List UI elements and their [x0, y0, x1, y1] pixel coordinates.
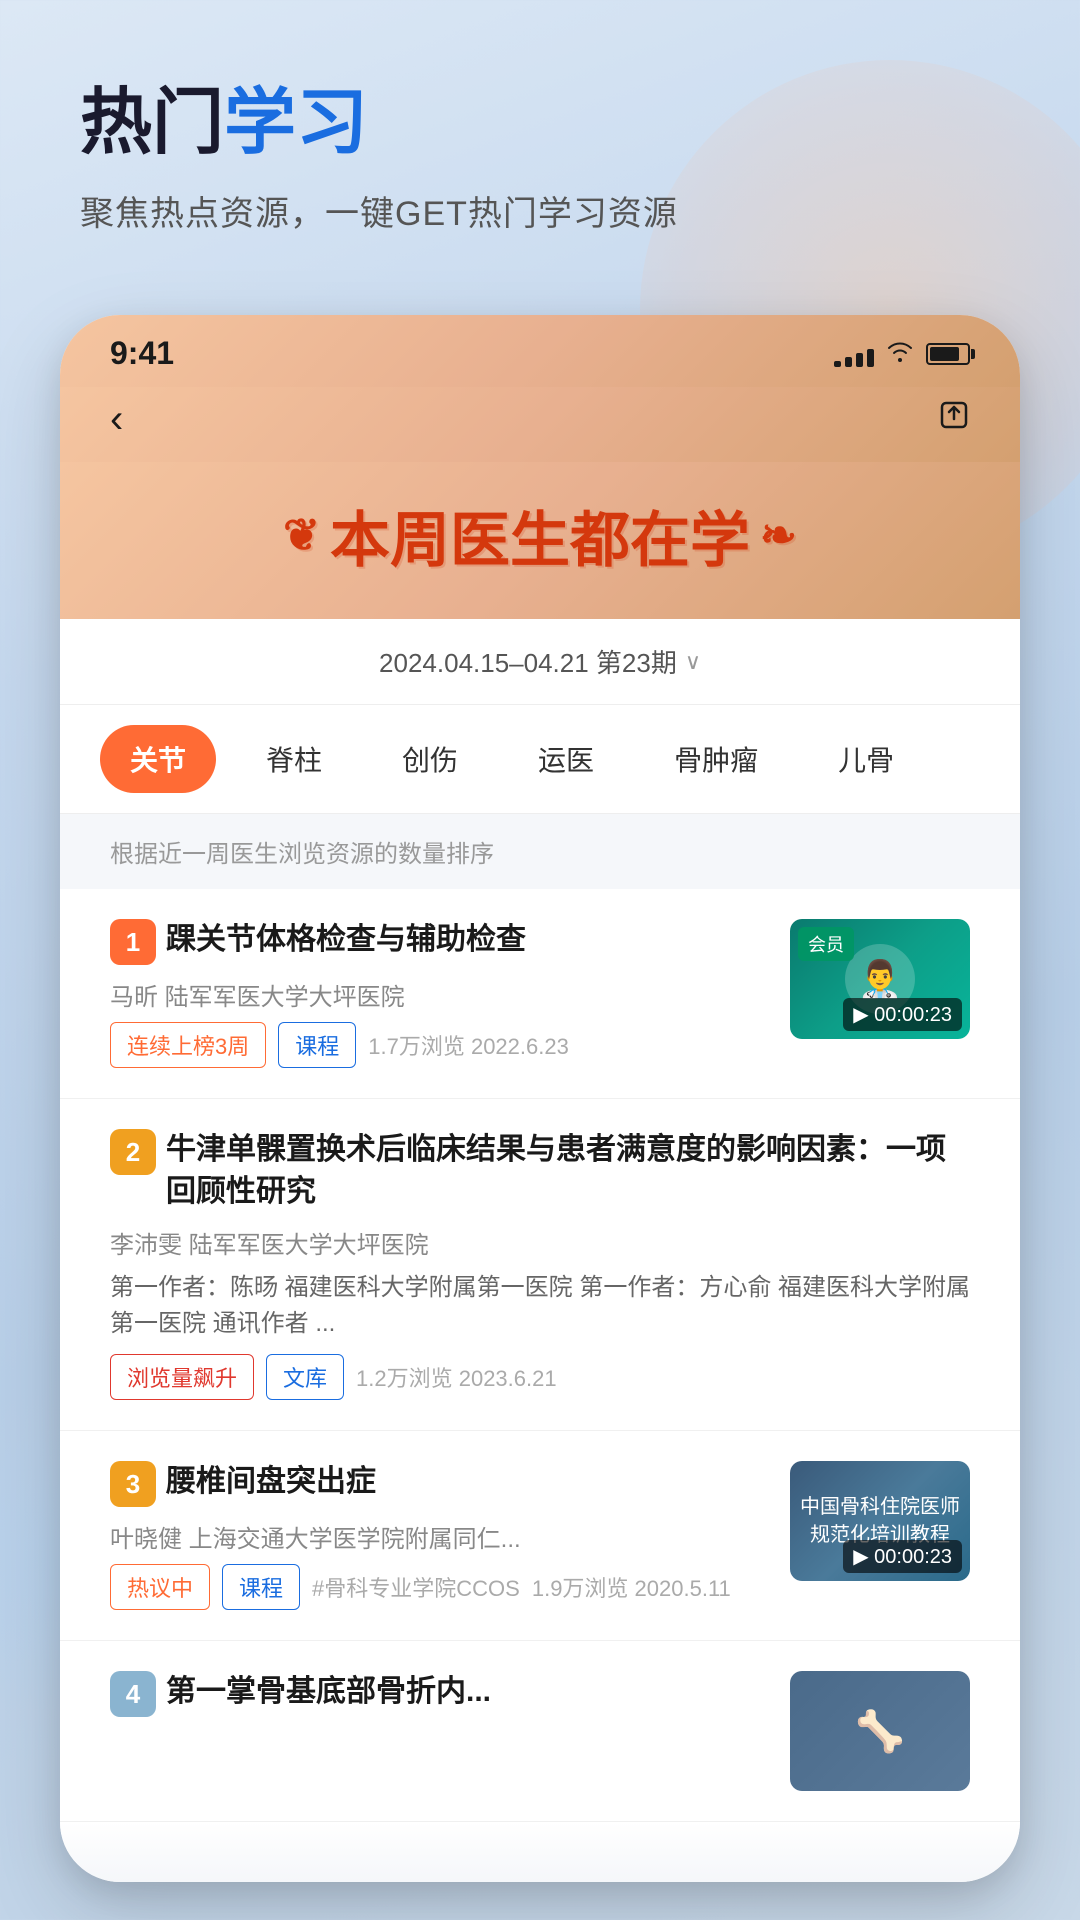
rank-badge-2: 2 — [110, 1129, 156, 1175]
list-item-thumb-4: 🦴 — [790, 1671, 970, 1791]
list-item-body-3: 3 腰椎间盘突出症 叶晓健 上海交通大学医学院附属同仁... 热议中 课程 #骨… — [110, 1461, 770, 1610]
title-blue: 学习 — [224, 83, 368, 163]
banner-title-text: 本周医生都在学 — [330, 492, 750, 579]
tag-meta-1: 1.7万浏览 2022.6.23 — [368, 1029, 569, 1061]
tab-jizhu[interactable]: 脊柱 — [236, 725, 352, 793]
wheat-right-icon: ❧ — [760, 510, 797, 561]
list-item-body-4: 4 第一掌骨基底部骨折内... — [110, 1671, 770, 1791]
thumb-video-time-3: ▶ 00:00:23 — [843, 1540, 962, 1573]
tag-trending: 浏览量飙升 — [110, 1354, 254, 1400]
nav-bar: ‹ — [60, 387, 1020, 462]
tags-row-2: 浏览量飙升 文库 1.2万浏览 2023.6.21 — [110, 1354, 970, 1400]
tag-meta-2: 1.2万浏览 2023.6.21 — [356, 1361, 557, 1393]
date-selector[interactable]: 2024.04.15–04.21 第23期 ∨ — [60, 619, 1020, 705]
item-abstract-2: 第一作者：陈旸 福建医科大学附属第一医院 第一作者：方心俞 福建医科大学附属第一… — [110, 1270, 970, 1342]
tag-meta-3: 1.9万浏览 2020.5.11 — [532, 1571, 731, 1603]
tag-type-3: 课程 — [222, 1564, 300, 1610]
status-icons — [834, 338, 970, 369]
tab-yunyi[interactable]: 运医 — [508, 725, 624, 793]
chevron-down-icon: ∨ — [685, 649, 701, 675]
list-item-body-2: 2 牛津单髁置换术后临床结果与患者满意度的影响因素：一项回顾性研究 李沛雯 陆军… — [110, 1129, 970, 1400]
item-title-row-1: 1 踝关节体格检查与辅助检查 — [110, 919, 770, 965]
item-title-row-2: 2 牛津单髁置换术后临床结果与患者满意度的影响因素：一项回顾性研究 — [110, 1129, 970, 1213]
item-title-3: 腰椎间盘突出症 — [166, 1461, 770, 1503]
tag-type-2: 文库 — [266, 1354, 344, 1400]
tab-chuangshang[interactable]: 创伤 — [372, 725, 488, 793]
page-banner: ❦ 本周医生都在学 ❧ — [60, 462, 1020, 619]
wheat-left-icon: ❦ — [283, 510, 320, 561]
content-area: 2024.04.15–04.21 第23期 ∨ 关节 脊柱 创伤 运医 骨肿瘤 … — [60, 619, 1020, 1822]
item-title-1: 踝关节体格检查与辅助检查 — [166, 919, 770, 961]
tag-hot: 热议中 — [110, 1564, 210, 1610]
thumb-label-1: 会员 — [798, 927, 854, 961]
item-title-row-3: 3 腰椎间盘突出症 — [110, 1461, 770, 1507]
item-title-row-4: 4 第一掌骨基底部骨折内... — [110, 1671, 770, 1717]
category-tabs: 关节 脊柱 创伤 运医 骨肿瘤 儿骨 — [60, 705, 1020, 814]
subtitle: 聚焦热点资源，一键GET热门学习资源 — [80, 186, 1000, 235]
header-section: 热门学习 聚焦热点资源，一键GET热门学习资源 — [0, 0, 1080, 275]
thumbnail-3: 中国骨科住院医师规范化培训教程 ▶ 00:00:23 — [790, 1461, 970, 1581]
share-button[interactable] — [938, 399, 970, 440]
item-author-2: 李沛雯 陆军军医大学大坪医院 — [110, 1225, 970, 1260]
rank-badge-4: 4 — [110, 1671, 156, 1717]
bottom-fade — [60, 1822, 1020, 1882]
tab-egu[interactable]: 儿骨 — [808, 725, 924, 793]
tag-hash-3: #骨科专业学院CCOS — [312, 1571, 520, 1603]
item-author-1: 马昕 陆军军医大学大坪医院 — [110, 977, 770, 1012]
rank-badge-3: 3 — [110, 1461, 156, 1507]
signal-bar-1 — [834, 361, 841, 367]
battery-fill — [930, 347, 959, 361]
tab-guanjie[interactable]: 关节 — [100, 725, 216, 793]
date-text: 2024.04.15–04.21 第23期 ∨ — [379, 643, 701, 680]
list-item[interactable]: 1 踝关节体格检查与辅助检查 马昕 陆军军医大学大坪医院 连续上榜3周 课程 1… — [60, 889, 1020, 1099]
list-item-2[interactable]: 2 牛津单髁置换术后临床结果与患者满意度的影响因素：一项回顾性研究 李沛雯 陆军… — [60, 1099, 1020, 1431]
tags-row-1: 连续上榜3周 课程 1.7万浏览 2022.6.23 — [110, 1022, 770, 1068]
signal-bar-3 — [856, 353, 863, 367]
wifi-icon — [886, 338, 914, 369]
thumb-video-time-1: ▶ 00:00:23 — [843, 998, 962, 1031]
item-title-2: 牛津单髁置换术后临床结果与患者满意度的影响因素：一项回顾性研究 — [166, 1129, 970, 1213]
list-item-4[interactable]: 4 第一掌骨基底部骨折内... 🦴 — [60, 1641, 1020, 1822]
tag-weeks: 连续上榜3周 — [110, 1022, 266, 1068]
thumbnail-1: 会员 👨‍⚕️ ▶ 00:00:23 — [790, 919, 970, 1039]
signal-bar-4 — [867, 349, 874, 367]
item-title-4: 第一掌骨基底部骨折内... — [166, 1671, 770, 1713]
list-item-thumb-1: 会员 👨‍⚕️ ▶ 00:00:23 — [790, 919, 970, 1068]
battery-icon — [926, 343, 970, 365]
item-author-3: 叶晓健 上海交通大学医学院附属同仁... — [110, 1519, 770, 1554]
tag-type-1: 课程 — [278, 1022, 356, 1068]
list-item-3[interactable]: 3 腰椎间盘突出症 叶晓健 上海交通大学医学院附属同仁... 热议中 课程 #骨… — [60, 1431, 1020, 1641]
title-black: 热门 — [80, 83, 224, 163]
signal-bars-icon — [834, 341, 874, 367]
status-bar: 9:41 — [60, 315, 1020, 387]
date-value: 2024.04.15–04.21 第23期 — [379, 643, 677, 680]
phone-frame: 9:41 — [60, 315, 1020, 1882]
sort-notice: 根据近一周医生浏览资源的数量排序 — [60, 814, 1020, 889]
list-item-body-1: 1 踝关节体格检查与辅助检查 马昕 陆军军医大学大坪医院 连续上榜3周 课程 1… — [110, 919, 770, 1068]
signal-bar-2 — [845, 357, 852, 367]
thumbnail-4: 🦴 — [790, 1671, 970, 1791]
back-button[interactable]: ‹ — [110, 397, 123, 442]
content-list: 1 踝关节体格检查与辅助检查 马昕 陆军军医大学大坪医院 连续上榜3周 课程 1… — [60, 889, 1020, 1822]
banner-title: ❦ 本周医生都在学 ❧ — [110, 492, 970, 579]
phone-container: 9:41 — [60, 315, 1020, 1882]
status-time: 9:41 — [110, 335, 174, 372]
tab-guzliu[interactable]: 骨肿瘤 — [644, 725, 788, 793]
rank-badge-1: 1 — [110, 919, 156, 965]
list-item-thumb-3: 中国骨科住院医师规范化培训教程 ▶ 00:00:23 — [790, 1461, 970, 1610]
tags-row-3: 热议中 课程 #骨科专业学院CCOS 1.9万浏览 2020.5.11 — [110, 1564, 770, 1610]
main-title: 热门学习 — [80, 80, 1000, 166]
